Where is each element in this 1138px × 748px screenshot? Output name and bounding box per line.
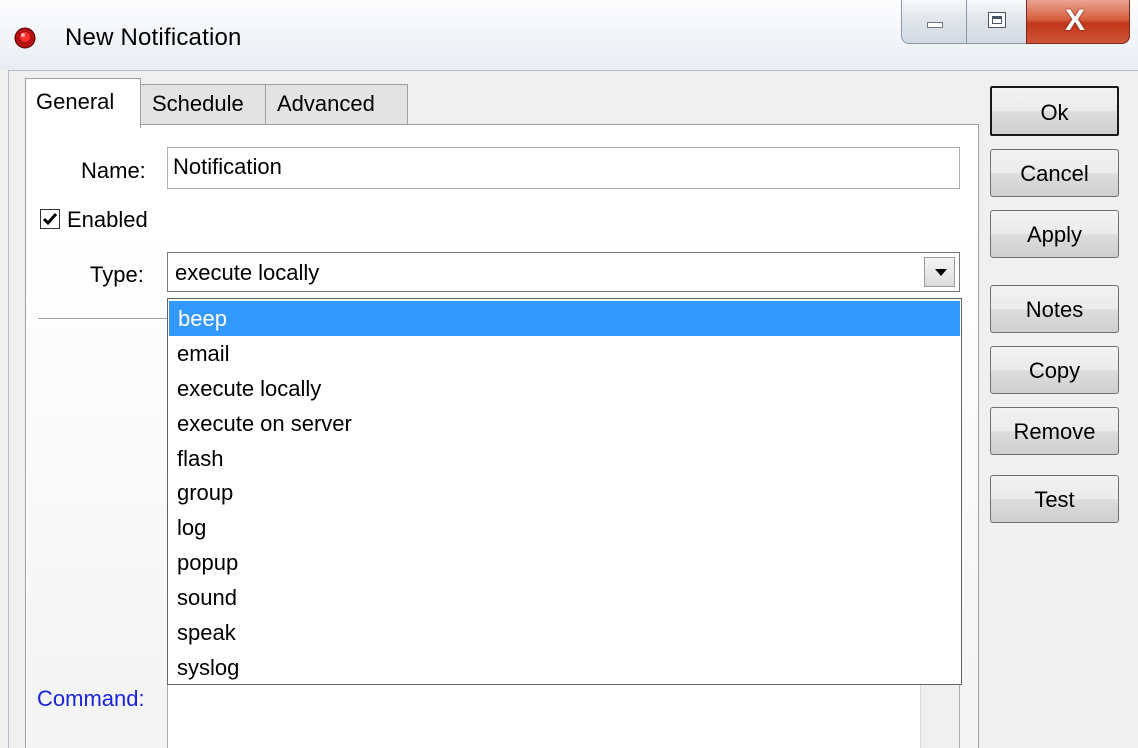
type-select-value: execute locally xyxy=(175,260,320,285)
close-icon: X xyxy=(1065,4,1086,37)
dropdown-option-speak[interactable]: speak xyxy=(168,615,961,650)
dropdown-option-execute-locally[interactable]: execute locally xyxy=(168,371,961,406)
name-label: Name: xyxy=(81,158,146,183)
title-bar[interactable]: New Notification X xyxy=(0,0,1138,70)
dropdown-option-execute-on-server[interactable]: execute on server xyxy=(168,406,961,441)
dropdown-option-log[interactable]: log xyxy=(168,510,961,545)
maximize-button[interactable] xyxy=(966,0,1027,44)
window-title: New Notification xyxy=(65,24,242,51)
maximize-icon xyxy=(988,12,1006,28)
minimize-button[interactable] xyxy=(901,0,967,44)
tab-advanced[interactable]: Advanced xyxy=(265,84,408,124)
command-textarea[interactable] xyxy=(167,684,960,748)
apply-button[interactable]: Apply xyxy=(990,210,1119,258)
cancel-button[interactable]: Cancel xyxy=(990,149,1119,197)
tab-schedule[interactable]: Schedule xyxy=(140,84,266,124)
notification-dialog: New Notification X General Schedule Adva… xyxy=(0,0,1138,748)
separator xyxy=(38,318,168,320)
copy-button[interactable]: Copy xyxy=(990,346,1119,394)
red-alert-icon xyxy=(14,27,36,49)
dropdown-option-sound[interactable]: sound xyxy=(168,580,961,615)
dropdown-option-beep[interactable]: beep xyxy=(169,301,960,336)
ok-button[interactable]: Ok xyxy=(990,86,1119,136)
remove-button[interactable]: Remove xyxy=(990,407,1119,455)
enabled-checkbox[interactable] xyxy=(40,209,60,229)
minimize-icon xyxy=(927,22,943,28)
chevron-down-icon[interactable] xyxy=(924,257,955,287)
dropdown-option-popup[interactable]: popup xyxy=(168,545,961,580)
type-dropdown-list[interactable]: beep email execute locally execute on se… xyxy=(167,298,962,685)
dropdown-option-syslog[interactable]: syslog xyxy=(168,650,961,685)
tab-general[interactable]: General xyxy=(25,78,141,128)
enabled-label: Enabled xyxy=(67,207,148,232)
checkmark-icon xyxy=(42,213,58,226)
notes-button[interactable]: Notes xyxy=(990,285,1119,333)
dropdown-option-email[interactable]: email xyxy=(168,336,961,371)
test-button[interactable]: Test xyxy=(990,475,1119,523)
name-input[interactable]: Notification xyxy=(167,147,960,189)
command-label: Command: xyxy=(37,686,145,711)
dropdown-option-flash[interactable]: flash xyxy=(168,441,961,476)
command-scrollbar[interactable] xyxy=(920,684,959,748)
type-label: Type: xyxy=(90,262,144,287)
close-button[interactable]: X xyxy=(1026,0,1130,44)
dropdown-option-group[interactable]: group xyxy=(168,475,961,510)
type-select[interactable]: execute locally xyxy=(167,252,960,292)
